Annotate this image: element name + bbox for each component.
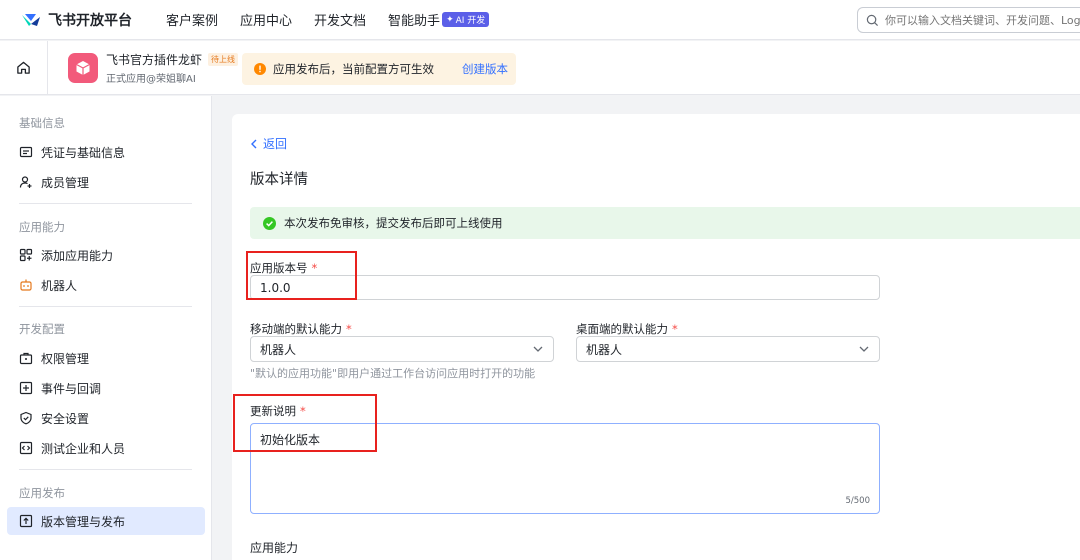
chevron-down-icon xyxy=(859,346,869,352)
success-text: 本次发布免审核，提交发布后即可上线使用 xyxy=(284,216,503,230)
sidebar-divider xyxy=(19,469,192,470)
nav-link-cases[interactable]: 客户案例 xyxy=(166,10,218,29)
nav-link-assistant[interactable]: 智能助手 xyxy=(388,10,440,29)
sidebar-divider xyxy=(19,306,192,307)
mobile-capability-value: 机器人 xyxy=(260,342,297,357)
home-icon xyxy=(17,61,30,74)
chevron-down-icon xyxy=(533,346,543,352)
app-header: 飞书官方插件龙虾 待上线 正式应用@荣姐聊AI 应用发布后，当前配置方可生效 创… xyxy=(0,40,1080,95)
ai-dev-badge-label: AI 开发 xyxy=(455,16,486,26)
nav-link-assistant-label: 智能助手 xyxy=(388,14,441,29)
create-version-link[interactable]: 创建版本 xyxy=(462,61,508,77)
desktop-capability-label-text: 桌面端的默认能力 xyxy=(576,322,668,336)
sidebar: 基础信息 凭证与基础信息 成员管理 应用能力 添加应用能力 机器人 开发配置 权… xyxy=(0,96,212,560)
desktop-capability-label: 桌面端的默认能力 * xyxy=(576,321,678,337)
brand-name: 飞书开放平台 xyxy=(48,12,132,29)
sidebar-item-test-tenants[interactable]: 测试企业和人员 xyxy=(7,434,205,462)
sidebar-group-dev: 开发配置 xyxy=(19,322,65,336)
search-input[interactable] xyxy=(885,13,1080,27)
brand[interactable]: 飞书开放平台 xyxy=(20,10,132,30)
required-mark: * xyxy=(346,322,352,336)
nav-link-app-center[interactable]: 应用中心 xyxy=(240,10,292,29)
sidebar-item-credentials[interactable]: 凭证与基础信息 xyxy=(7,138,205,166)
sidebar-item-label: 权限管理 xyxy=(41,351,90,366)
plus-square-icon xyxy=(19,381,33,395)
success-banner: 本次发布免审核，提交发布后即可上线使用 xyxy=(250,207,1080,239)
char-counter: 5/500 xyxy=(845,496,871,506)
home-button[interactable] xyxy=(0,40,48,95)
code-icon xyxy=(19,441,33,455)
app-name: 飞书官方插件龙虾 xyxy=(106,52,203,67)
app-subtitle: 正式应用@荣姐聊AI xyxy=(106,73,196,85)
mobile-capability-label: 移动端的默认能力 * xyxy=(250,321,352,337)
grid-add-icon xyxy=(19,248,33,262)
sidebar-divider xyxy=(19,203,192,204)
sidebar-item-label: 事件与回调 xyxy=(41,381,102,396)
cube-icon xyxy=(76,60,90,75)
top-nav: 飞书开放平台 客户案例 应用中心 开发文档 智能助手 ✦ AI 开发 xyxy=(0,0,1080,40)
page-title: 版本详情 xyxy=(250,172,308,188)
desktop-capability-select[interactable]: 机器人 xyxy=(576,336,880,362)
sidebar-group-release: 应用发布 xyxy=(19,486,65,500)
default-capability-hint: "默认的应用功能"即用户通过工作台访问应用时打开的功能 xyxy=(250,367,536,380)
upload-icon xyxy=(19,514,33,528)
search-box[interactable] xyxy=(857,7,1080,33)
capabilities-section-title: 应用能力 xyxy=(250,541,299,555)
nav-link-docs[interactable]: 开发文档 xyxy=(314,10,366,29)
highlight-box-notes xyxy=(233,394,377,452)
ai-dev-badge[interactable]: ✦ AI 开发 xyxy=(442,12,490,27)
chevron-left-icon xyxy=(251,139,257,148)
sidebar-item-security[interactable]: 安全设置 xyxy=(7,404,205,432)
desktop-capability-value: 机器人 xyxy=(586,342,623,357)
id-card-icon xyxy=(19,146,33,158)
mobile-capability-select[interactable]: 机器人 xyxy=(250,336,554,362)
publish-notice: 应用发布后，当前配置方可生效 创建版本 xyxy=(242,53,516,85)
sidebar-item-label: 成员管理 xyxy=(41,175,90,190)
sidebar-item-label: 版本管理与发布 xyxy=(41,514,126,529)
sparkle-icon: ✦ xyxy=(446,14,454,25)
sidebar-item-label: 安全设置 xyxy=(41,411,90,426)
sidebar-item-bot[interactable]: 机器人 xyxy=(7,271,205,299)
back-link-label: 返回 xyxy=(263,137,288,151)
check-circle-icon xyxy=(263,216,276,230)
sidebar-item-versions[interactable]: 版本管理与发布 xyxy=(7,507,205,535)
notice-text: 应用发布后，当前配置方可生效 xyxy=(273,62,434,76)
sidebar-item-add-capability[interactable]: 添加应用能力 xyxy=(7,241,205,269)
sidebar-item-label: 机器人 xyxy=(41,278,78,293)
highlight-box-version xyxy=(246,251,357,300)
search-icon xyxy=(866,14,879,26)
sidebar-item-label: 测试企业和人员 xyxy=(41,441,126,456)
user-add-icon xyxy=(19,176,32,188)
sidebar-item-label: 添加应用能力 xyxy=(41,248,114,263)
feishu-logo-icon xyxy=(22,13,40,26)
app-icon xyxy=(68,52,98,83)
sidebar-group-basic: 基础信息 xyxy=(19,116,65,130)
sidebar-group-capabilities: 应用能力 xyxy=(19,220,65,234)
robot-icon xyxy=(20,279,32,291)
sidebar-item-members[interactable]: 成员管理 xyxy=(7,168,205,196)
back-link[interactable]: 返回 xyxy=(250,135,287,152)
sidebar-item-label: 凭证与基础信息 xyxy=(41,145,126,160)
briefcase-icon xyxy=(19,352,33,365)
warning-icon xyxy=(254,63,266,75)
required-mark: * xyxy=(672,322,678,336)
sidebar-item-permissions[interactable]: 权限管理 xyxy=(7,344,205,372)
shield-icon xyxy=(20,411,32,425)
mobile-capability-label-text: 移动端的默认能力 xyxy=(250,322,342,336)
sidebar-item-events[interactable]: 事件与回调 xyxy=(7,374,205,402)
status-badge: 待上线 xyxy=(208,52,239,66)
